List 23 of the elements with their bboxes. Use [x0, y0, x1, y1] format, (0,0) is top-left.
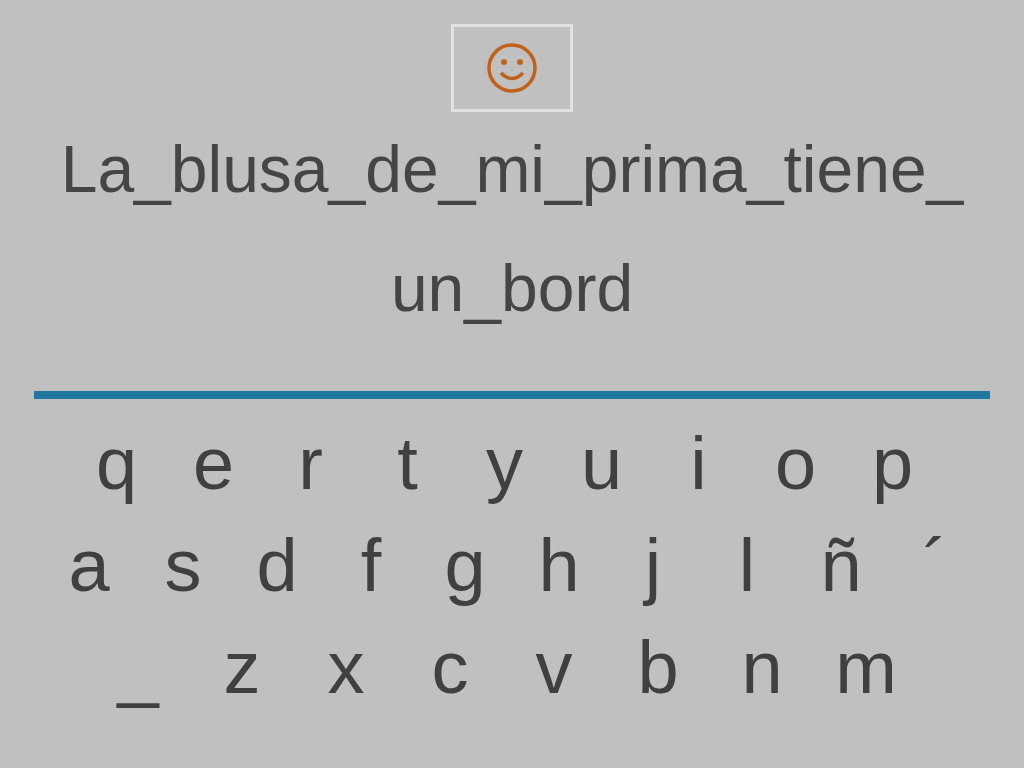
letter-key[interactable]: t	[359, 427, 456, 501]
letter-key[interactable]: r	[262, 427, 359, 501]
smiley-icon	[486, 42, 538, 94]
letter-key[interactable]: ´	[888, 529, 982, 603]
letter-key[interactable]: m	[814, 631, 918, 705]
letter-key[interactable]: v	[502, 631, 606, 705]
letter-key[interactable]: a	[42, 529, 136, 603]
letter-key[interactable]: b	[606, 631, 710, 705]
letter-key[interactable]: l	[700, 529, 794, 603]
letter-key[interactable]: f	[324, 529, 418, 603]
smiley-button[interactable]	[451, 24, 573, 112]
letter-key[interactable]: x	[294, 631, 398, 705]
letter-key[interactable]: o	[747, 427, 844, 501]
letter-key[interactable]: n	[710, 631, 814, 705]
letter-key[interactable]: u	[553, 427, 650, 501]
letter-key[interactable]: d	[230, 529, 324, 603]
letter-key[interactable]: z	[190, 631, 294, 705]
letter-key[interactable]: s	[136, 529, 230, 603]
letter-key[interactable]: c	[398, 631, 502, 705]
letter-key[interactable]: e	[165, 427, 262, 501]
letter-key[interactable]: h	[512, 529, 606, 603]
letter-key[interactable]: i	[650, 427, 747, 501]
letter-key[interactable]: ñ	[794, 529, 888, 603]
